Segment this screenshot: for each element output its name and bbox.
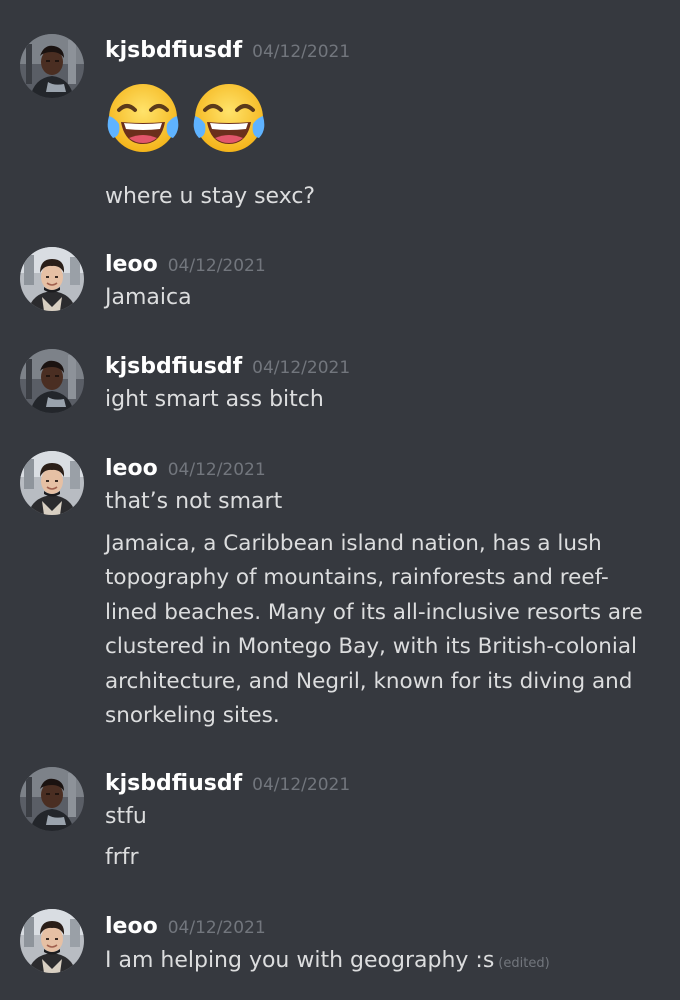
username[interactable]: kjsbdfiusdf xyxy=(105,38,242,63)
avatar[interactable] xyxy=(20,247,84,311)
message-header: leoo 04/12/2021 xyxy=(105,252,266,277)
timestamp: 04/12/2021 xyxy=(252,358,351,378)
avatar[interactable] xyxy=(20,451,84,515)
message-text: stfu xyxy=(105,804,147,829)
timestamp: 04/12/2021 xyxy=(167,460,266,480)
message-text: that’s not smart xyxy=(105,489,283,514)
message-text-container: I am helping you with geography :s (edite… xyxy=(105,944,550,981)
avatar[interactable] xyxy=(20,767,84,831)
username[interactable]: kjsbdfiusdf xyxy=(105,771,242,796)
message-header: leoo 04/12/2021 xyxy=(105,456,266,481)
timestamp: 04/12/2021 xyxy=(167,256,266,276)
avatar[interactable] xyxy=(20,909,84,973)
edited-label: (edited) xyxy=(498,956,550,971)
message-text: Jamaica xyxy=(105,285,192,310)
username[interactable]: leoo xyxy=(105,914,158,939)
timestamp: 04/12/2021 xyxy=(167,918,266,938)
message-header: kjsbdfiusdf 04/12/2021 xyxy=(105,38,350,63)
message-text: ight smart ass bitch xyxy=(105,387,324,412)
message-text: Jamaica, a Caribbean island nation, has … xyxy=(105,531,643,729)
face-with-tears-of-joy-icon xyxy=(105,80,181,156)
username[interactable]: leoo xyxy=(105,456,158,481)
chat-log: kjsbdfiusdf 04/12/2021 where u stay sexc?… xyxy=(0,0,680,1000)
username[interactable]: leoo xyxy=(105,252,158,277)
avatar[interactable] xyxy=(20,34,84,98)
timestamp: 04/12/2021 xyxy=(252,42,351,62)
message-header: leoo 04/12/2021 xyxy=(105,914,266,939)
face-with-tears-of-joy-icon xyxy=(191,80,267,156)
message-text: frfr xyxy=(105,845,139,870)
message-text: where u stay sexc? xyxy=(105,184,316,209)
message-header: kjsbdfiusdf 04/12/2021 xyxy=(105,771,350,796)
message-header: kjsbdfiusdf 04/12/2021 xyxy=(105,354,350,379)
message-text: I am helping you with geography :s xyxy=(105,948,495,973)
avatar[interactable] xyxy=(20,349,84,413)
timestamp: 04/12/2021 xyxy=(252,775,351,795)
username[interactable]: kjsbdfiusdf xyxy=(105,354,242,379)
